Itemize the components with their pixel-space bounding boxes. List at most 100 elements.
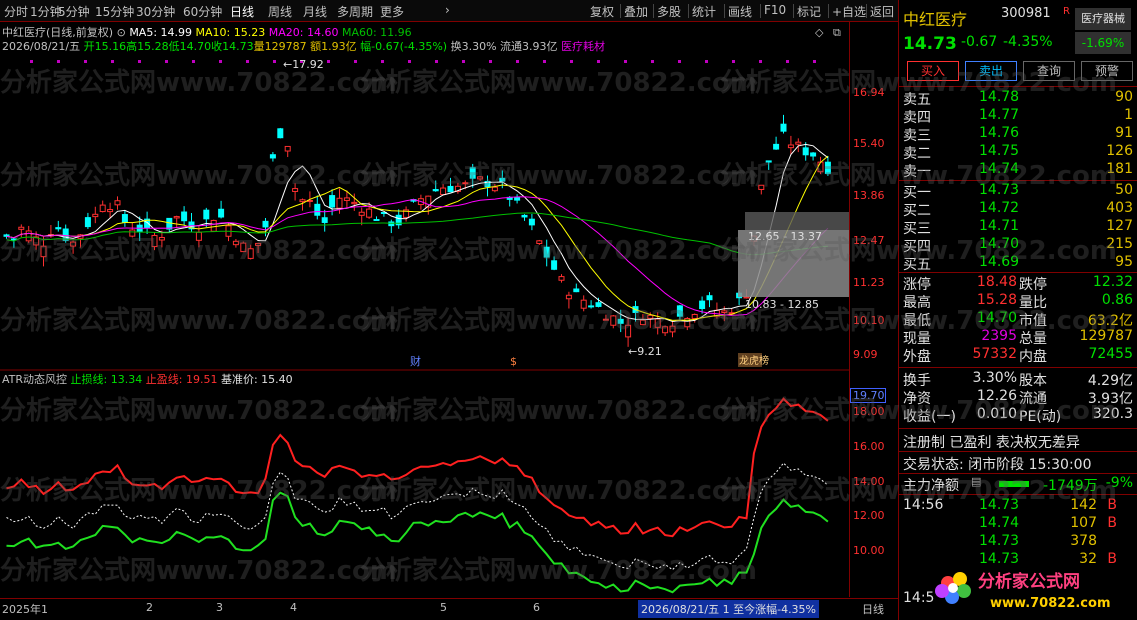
candle[interactable]: [462, 182, 469, 185]
candle[interactable]: [114, 200, 121, 206]
candle[interactable]: [758, 184, 765, 190]
candle[interactable]: [247, 248, 254, 259]
candle[interactable]: [521, 214, 528, 218]
candle[interactable]: [195, 231, 202, 241]
tab-7[interactable]: 周线: [268, 3, 292, 20]
candle[interactable]: [810, 152, 817, 157]
period-label[interactable]: 日线: [862, 601, 884, 617]
tab-5[interactable]: 60分钟: [183, 3, 222, 20]
candle[interactable]: [181, 211, 188, 222]
candle[interactable]: [158, 237, 165, 241]
candle[interactable]: [269, 154, 276, 159]
candle[interactable]: [654, 318, 661, 328]
chevron-right-icon[interactable]: ›: [445, 3, 450, 17]
finance-marker[interactable]: 财: [410, 354, 421, 368]
candle[interactable]: [18, 226, 25, 230]
candle[interactable]: [580, 299, 587, 309]
candle[interactable]: [477, 176, 484, 180]
candle[interactable]: [299, 199, 306, 203]
tab-3[interactable]: 15分钟: [95, 3, 134, 20]
candle[interactable]: [602, 318, 609, 321]
candle[interactable]: [669, 325, 676, 333]
candle[interactable]: [129, 229, 136, 237]
candle[interactable]: [70, 241, 77, 247]
candle[interactable]: [551, 260, 558, 270]
candle[interactable]: [314, 203, 321, 216]
candle[interactable]: [639, 319, 646, 326]
candle[interactable]: [617, 318, 624, 324]
toolbar-btn-2[interactable]: 多股: [657, 3, 681, 20]
candle[interactable]: [366, 208, 373, 218]
candle[interactable]: [351, 201, 358, 205]
tab-6[interactable]: 日线: [230, 3, 254, 20]
candle[interactable]: [210, 219, 217, 232]
tab-0[interactable]: 分时: [4, 3, 28, 20]
candle[interactable]: [662, 326, 669, 334]
candle[interactable]: [647, 314, 654, 319]
candle[interactable]: [595, 302, 602, 307]
candle[interactable]: [447, 185, 454, 193]
candle[interactable]: [491, 186, 498, 192]
candle[interactable]: [780, 123, 787, 132]
candle[interactable]: [773, 143, 780, 150]
candle[interactable]: [588, 305, 595, 308]
candle[interactable]: [536, 240, 543, 245]
dividend-marker[interactable]: $: [510, 355, 517, 368]
candle[interactable]: [277, 128, 284, 139]
toolbar-btn-8[interactable]: 返回: [870, 3, 894, 20]
toolbar-btn-4[interactable]: 画线: [728, 3, 752, 20]
candle[interactable]: [358, 211, 365, 216]
candle[interactable]: [321, 217, 328, 223]
toolbar-btn-7[interactable]: +自选: [832, 3, 866, 20]
candle[interactable]: [343, 197, 350, 201]
candle[interactable]: [255, 242, 262, 246]
sector-button[interactable]: 医疗器械: [1075, 8, 1131, 30]
tab-1[interactable]: 1分钟: [30, 3, 62, 20]
list-icon[interactable]: ▤: [971, 475, 981, 488]
candle[interactable]: [25, 230, 32, 242]
candle[interactable]: [625, 324, 632, 338]
candle[interactable]: [558, 276, 565, 281]
candle[interactable]: [691, 313, 698, 319]
toolbar-btn-5[interactable]: F10: [764, 3, 786, 17]
toolbar-btn-1[interactable]: 叠加: [624, 3, 648, 20]
candle[interactable]: [706, 295, 713, 301]
window-icon[interactable]: ⧉: [833, 26, 841, 39]
candle[interactable]: [721, 310, 728, 313]
candle[interactable]: [373, 219, 380, 222]
candle[interactable]: [514, 197, 521, 201]
candle[interactable]: [802, 147, 809, 156]
candle[interactable]: [166, 217, 173, 230]
candle[interactable]: [3, 234, 10, 237]
candle[interactable]: [824, 161, 831, 174]
tab-8[interactable]: 月线: [303, 3, 327, 20]
toolbar-btn-0[interactable]: 复权: [590, 3, 614, 20]
sector-label[interactable]: 医疗耗材: [561, 40, 605, 53]
candle[interactable]: [528, 218, 535, 226]
candle[interactable]: [284, 145, 291, 152]
candle[interactable]: [388, 221, 395, 227]
candle[interactable]: [240, 242, 247, 253]
trade-btn-3[interactable]: 预警: [1081, 61, 1133, 81]
toolbar-btn-6[interactable]: 标记: [797, 3, 821, 20]
candle[interactable]: [232, 240, 239, 246]
candle[interactable]: [573, 288, 580, 293]
candle[interactable]: [92, 213, 99, 218]
candle[interactable]: [336, 197, 343, 209]
candle[interactable]: [499, 177, 506, 182]
trade-btn-0[interactable]: 买入: [907, 61, 959, 81]
tab-4[interactable]: 30分钟: [136, 3, 175, 20]
candle[interactable]: [469, 167, 476, 179]
candle[interactable]: [121, 214, 128, 223]
candle[interactable]: [40, 245, 47, 258]
tab-10[interactable]: 更多: [380, 3, 404, 20]
candle[interactable]: [151, 234, 158, 248]
candle[interactable]: [173, 216, 180, 219]
candle[interactable]: [203, 209, 210, 220]
candle[interactable]: [292, 188, 299, 192]
candle[interactable]: [107, 209, 114, 213]
candle[interactable]: [699, 300, 706, 310]
tab-9[interactable]: 多周期: [337, 3, 373, 20]
candle[interactable]: [432, 189, 439, 192]
candle[interactable]: [99, 204, 106, 213]
